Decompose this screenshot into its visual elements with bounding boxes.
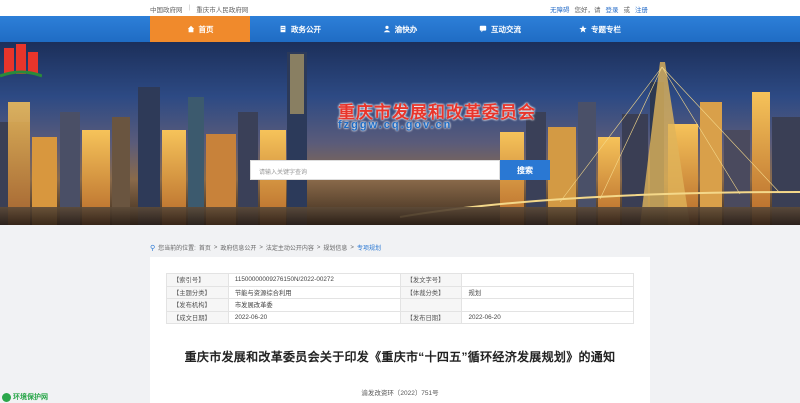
meta-value xyxy=(461,273,634,287)
or-text: 或 xyxy=(623,7,631,14)
meta-key: 【索引号】 xyxy=(166,273,229,287)
separator: | xyxy=(188,4,191,11)
chat-icon xyxy=(479,25,487,33)
meta-key: 【体裁分类】 xyxy=(399,285,463,299)
table-row: 【索引号】 11500000009276150N/2022-00272 【发文字… xyxy=(166,273,634,287)
table-row: 【成文日期】 2022-06-20 【发布日期】 2022-06-20 xyxy=(166,310,634,324)
meta-key: 【发文字号】 xyxy=(399,273,463,287)
location-pin-icon: ⚲ xyxy=(150,244,156,252)
document-icon xyxy=(280,25,286,33)
nav-label: 政务公开 xyxy=(291,24,321,34)
table-row: 【发布机构】 市发展改革委 xyxy=(166,298,634,312)
meta-key: 【成文日期】 xyxy=(166,310,229,324)
leaf-icon xyxy=(2,392,11,402)
meta-key: 【主题分类】 xyxy=(166,285,229,299)
document-meta-table: 【索引号】 11500000009276150N/2022-00272 【发文字… xyxy=(166,273,634,324)
meta-key: 【发布机构】 xyxy=(166,298,229,312)
meta-value: 规划 xyxy=(461,285,634,299)
meta-key: 【发布日期】 xyxy=(399,310,463,324)
gov-link[interactable]: 中国政府网 xyxy=(150,4,183,14)
star-icon xyxy=(579,25,587,33)
login-link[interactable]: 登录 xyxy=(606,4,619,14)
nav-item-yukuaiban[interactable]: 渝快办 xyxy=(350,16,450,42)
meta-value: 2022-06-20 xyxy=(227,310,401,324)
breadcrumb: ⚲ 您当前的位置: 首页 > 政府信息公开 > 法定主动公开内容 > 规划信息 … xyxy=(150,243,381,253)
meta-value: 2022-06-20 xyxy=(461,310,634,324)
search-button[interactable]: 搜索 xyxy=(500,160,550,180)
breadcrumb-current[interactable]: 专项规划 xyxy=(357,243,381,252)
search-input[interactable]: 请输入关键字查询 xyxy=(250,160,500,180)
nav-label: 渝快办 xyxy=(394,24,418,34)
breadcrumb-separator: > xyxy=(316,244,321,251)
main-nav: 首页 政务公开 渝快办 互动交流 专题专栏 xyxy=(0,16,800,42)
meta-key xyxy=(399,298,463,312)
breadcrumb-prefix: 您当前的位置: xyxy=(158,246,196,252)
nav-item-special[interactable]: 专题专栏 xyxy=(550,16,650,42)
home-icon xyxy=(187,25,194,33)
document-panel: 【索引号】 11500000009276150N/2022-00272 【发文字… xyxy=(150,257,650,403)
nav-label: 专题专栏 xyxy=(591,24,621,34)
breadcrumb-separator: > xyxy=(259,244,263,251)
city-banner: 重庆市发展和改革委员会 fzggw.cq.gov.cn 请输入关键字查询 搜索 xyxy=(0,42,800,225)
greeting-text: 您好，请 xyxy=(574,7,601,14)
breadcrumb-item-statutory[interactable]: 法定主动公开内容 xyxy=(266,243,314,252)
top-utility-bar: 中国政府网 | 重庆市人民政府网 无障碍 您好，请 登录 或 注册 xyxy=(0,0,800,16)
breadcrumb-separator: > xyxy=(213,244,218,251)
logo-mark-icon xyxy=(0,44,42,78)
meta-value: 市发展改革委 xyxy=(227,298,401,312)
register-link[interactable]: 注册 xyxy=(635,4,648,14)
site-badge[interactable]: 环境保护网 xyxy=(2,392,48,402)
nav-label: 首页 xyxy=(198,24,214,34)
city-gov-link[interactable]: 重庆市人民政府网 xyxy=(196,4,248,14)
site-domain: fzggw.cq.gov.cn xyxy=(338,119,453,131)
nav-item-gov-affairs[interactable]: 政务公开 xyxy=(250,16,350,42)
document-title: 重庆市发展和改革委员会关于印发《重庆市“十四五”循环经济发展规划》的通知 xyxy=(184,350,616,364)
nav-item-home[interactable]: 首页 xyxy=(150,16,250,42)
nav-label: 互动交流 xyxy=(491,24,521,34)
breadcrumb-item-gov-info[interactable]: 政府信息公开 xyxy=(220,243,256,252)
meta-value: 11500000009276150N/2022-00272 xyxy=(227,273,401,287)
breadcrumb-item-home[interactable]: 首页 xyxy=(199,243,211,252)
person-icon xyxy=(383,25,390,33)
meta-value: 节能与资源综合利用 xyxy=(227,285,401,299)
badge-label: 环境保护网 xyxy=(13,394,48,401)
nav-item-interaction[interactable]: 互动交流 xyxy=(450,16,550,42)
meta-value xyxy=(461,298,634,312)
document-number: 渝发改资环〔2022〕751号 xyxy=(361,390,439,397)
breadcrumb-item-planning[interactable]: 规划信息 xyxy=(323,243,347,252)
table-row: 【主题分类】 节能与资源综合利用 【体裁分类】 规划 xyxy=(166,285,634,299)
skyline-image xyxy=(0,52,800,225)
breadcrumb-separator: > xyxy=(350,244,354,251)
accessibility-link[interactable]: 无障碍 xyxy=(550,4,570,14)
